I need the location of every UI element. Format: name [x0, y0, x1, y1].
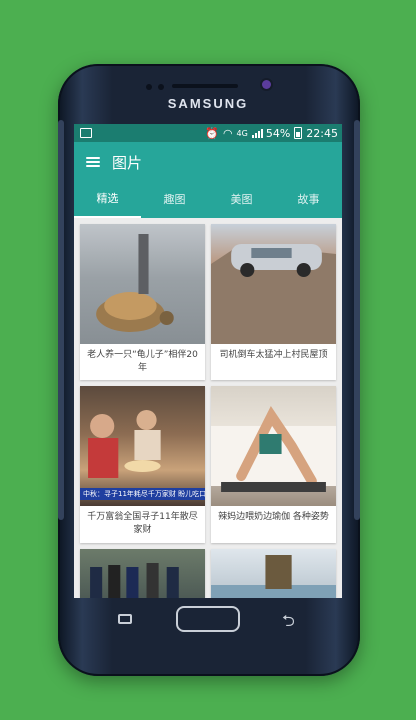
signal-icon: [251, 128, 263, 138]
card-image: [211, 549, 336, 598]
news-ticker: 中秋：寻子11年耗尽千万家财 盼儿吃口蛋糕: [80, 488, 205, 500]
card-image: 中秋：寻子11年耗尽千万家财 盼儿吃口蛋糕: [80, 386, 205, 506]
card-image: [211, 224, 336, 344]
sensor-icon: [158, 84, 164, 90]
image-card[interactable]: 辣妈边喂奶边瑜伽 各种姿势: [211, 386, 336, 543]
card-image: [80, 224, 205, 344]
menu-icon[interactable]: [86, 157, 100, 167]
card-caption: 辣妈边喂奶边瑜伽 各种姿势: [218, 512, 329, 522]
battery-icon: [294, 127, 303, 139]
card-caption: 老人养一只“龟儿子”相伴20年: [87, 350, 198, 373]
card-caption: 千万富翁全国寻子11年散尽家财: [87, 512, 198, 535]
status-bar: ⏰ ◠ 4G 54% 22:45: [74, 124, 342, 142]
battery-level: 54%: [265, 126, 291, 140]
phone-edge-left: [58, 120, 64, 520]
tab-bar: 精选 趣图 美图 故事: [74, 182, 342, 218]
tab-featured[interactable]: 精选: [74, 182, 141, 218]
image-card[interactable]: [211, 549, 336, 598]
front-camera-icon: [262, 80, 271, 89]
image-card[interactable]: 中秋：寻子11年耗尽千万家财 盼儿吃口蛋糕 千万富翁全国寻子11年散尽家财: [80, 386, 205, 543]
app-screen: ⏰ ◠ 4G 54% 22:45 图片 精选 趣图 美图 故事 老人养一只“龟儿…: [74, 124, 342, 598]
image-card[interactable]: 老人养一只“龟儿子”相伴20年: [80, 224, 205, 380]
alarm-icon: ⏰: [205, 126, 219, 140]
tab-beauty[interactable]: 美图: [208, 182, 275, 218]
wifi-icon: ◠: [222, 126, 233, 140]
image-card[interactable]: 司机倒车太猛冲上村民屋顶: [211, 224, 336, 380]
back-button[interactable]: ⮌: [282, 610, 295, 637]
phone-edge-right: [354, 120, 360, 520]
recent-apps-button[interactable]: [118, 614, 132, 624]
tab-funny[interactable]: 趣图: [141, 182, 208, 218]
card-caption: 司机倒车太猛冲上村民屋顶: [219, 350, 328, 360]
earpiece-speaker: [172, 84, 238, 88]
card-image: [80, 549, 205, 598]
device-brand: SAMSUNG: [167, 96, 249, 111]
home-button[interactable]: [176, 606, 240, 632]
app-bar: 图片: [74, 142, 342, 182]
clock: 22:45: [306, 126, 338, 140]
page-title: 图片: [112, 153, 143, 172]
network-type: 4G: [236, 128, 248, 138]
image-feed[interactable]: 老人养一只“龟儿子”相伴20年 司机倒车太猛冲上村民屋顶 中秋：寻子11年耗尽千…: [74, 218, 342, 598]
image-notification-icon: [80, 128, 92, 138]
sensor-icon: [146, 84, 152, 90]
card-image: [211, 386, 336, 506]
image-card[interactable]: [80, 549, 205, 598]
tab-stories[interactable]: 故事: [275, 182, 342, 218]
